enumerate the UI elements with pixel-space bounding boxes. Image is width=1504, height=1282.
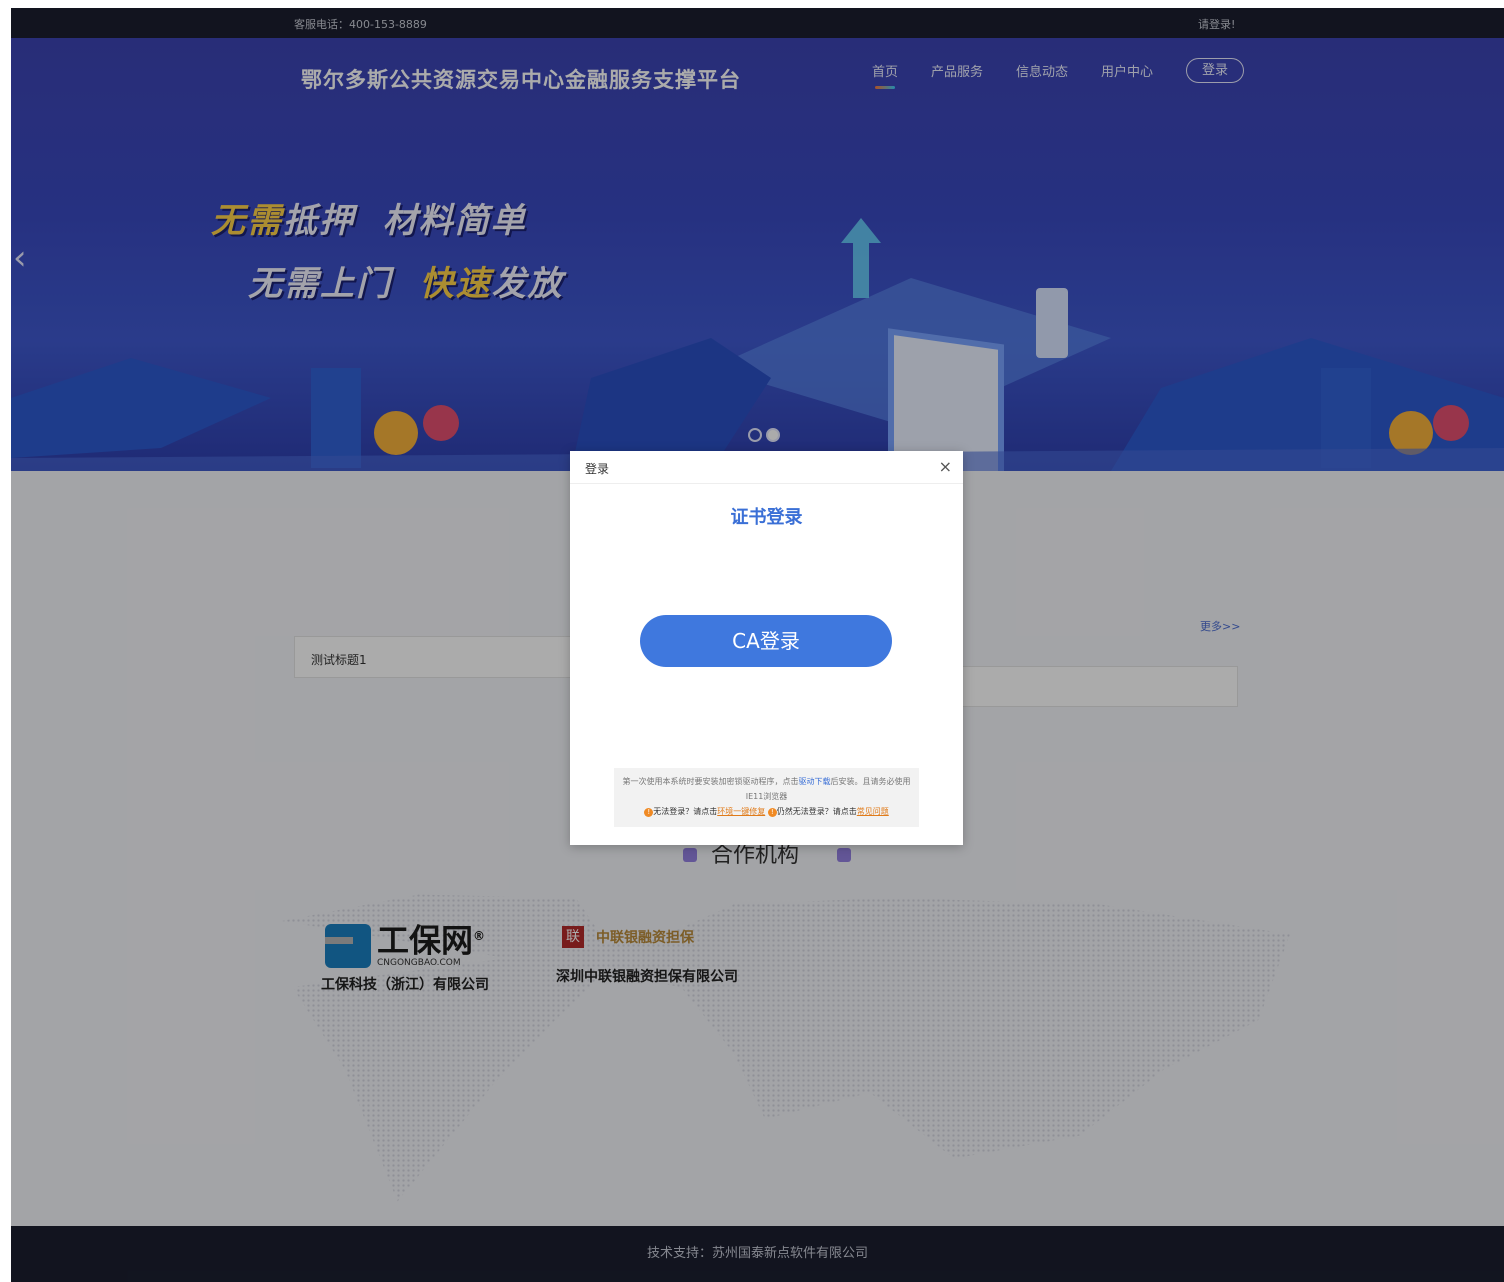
warning-icon: ! (644, 808, 654, 817)
page: 客服电话：400-153-8889 请登录! 鄂尔多斯公共资源交易中心金融服务支… (11, 8, 1504, 1282)
env-repair-link[interactable]: 环境一键修复 (717, 807, 765, 816)
warning-icon: ! (767, 808, 777, 817)
ca-login-button[interactable]: CA登录 (640, 615, 892, 667)
dialog-header: 登录 × (570, 451, 963, 484)
login-notice: 第一次使用本系统时要安装加密锁驱动程序，点击驱动下载后安装。且请务必使用IE11… (614, 768, 919, 827)
warn-text: 仍然无法登录？请点击 (776, 807, 857, 816)
warn-text: 无法登录？请点击 (653, 807, 718, 816)
close-icon[interactable]: × (939, 457, 952, 476)
login-dialog: 登录 × 证书登录 CA登录 第一次使用本系统时要安装加密锁驱动程序，点击驱动下… (570, 451, 963, 845)
dialog-title: 登录 (585, 462, 610, 476)
driver-download-link[interactable]: 驱动下载 (799, 777, 831, 786)
notice-text: 第一次使用本系统时要安装加密锁驱动程序，点击 (622, 777, 799, 786)
faq-link[interactable]: 常见问题 (857, 807, 889, 816)
cert-login-title: 证书登录 (730, 507, 803, 528)
